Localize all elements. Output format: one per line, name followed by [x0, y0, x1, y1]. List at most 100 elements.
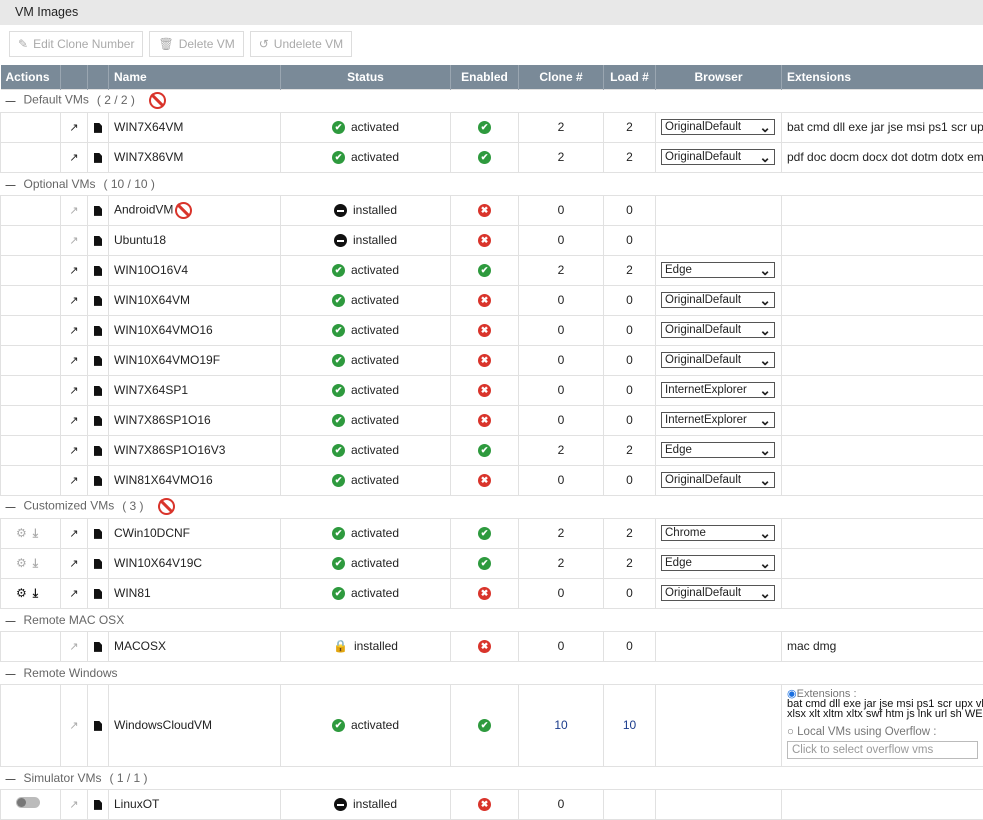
browser-select[interactable]: Edge⌄	[661, 555, 775, 571]
disabled-x-icon[interactable]: ✖	[478, 798, 491, 811]
disabled-icon[interactable]	[149, 92, 166, 109]
vm-name[interactable]: WIN10X64VMO16	[109, 315, 281, 345]
document-icon[interactable]	[94, 589, 102, 599]
disabled-x-icon[interactable]: ✖	[478, 354, 491, 367]
chart-icon[interactable]: ↗	[69, 295, 78, 307]
collapse-icon[interactable]: —	[6, 502, 16, 513]
enabled-cell[interactable]: ✔	[451, 255, 519, 285]
chart-icon[interactable]: ↗	[69, 588, 78, 600]
disabled-x-icon[interactable]: ✖	[478, 294, 491, 307]
group-row[interactable]: —Optional VMs( 10 / 10 )	[1, 172, 983, 195]
enabled-check-icon[interactable]: ✔	[478, 264, 491, 277]
group-header[interactable]: —Default VMs( 2 / 2 )	[1, 89, 983, 112]
table-row[interactable]: ↗Ubuntu18installed✖00	[1, 225, 983, 255]
overflow-radio[interactable]: ○ Local VMs using Overflow :	[787, 726, 978, 738]
browser-select[interactable]: OriginalDefault⌄	[661, 292, 775, 308]
browser-select[interactable]: Edge⌄	[661, 262, 775, 278]
chart-icon[interactable]: ↗	[69, 475, 78, 487]
table-row[interactable]: ↗WIN7X64VM✔activated✔22OriginalDefault⌄b…	[1, 112, 983, 142]
enabled-check-icon[interactable]: ✔	[478, 444, 491, 457]
enabled-cell[interactable]: ✖	[451, 345, 519, 375]
vm-name[interactable]: LinuxOT	[109, 789, 281, 819]
disabled-x-icon[interactable]: ✖	[478, 414, 491, 427]
enabled-cell[interactable]: ✖	[451, 405, 519, 435]
table-row[interactable]: ↗WIN7X86VM✔activated✔22OriginalDefault⌄p…	[1, 142, 983, 172]
collapse-icon[interactable]: —	[6, 180, 16, 191]
table-row[interactable]: ↗WIN10X64VMO19F✔activated✖00OriginalDefa…	[1, 345, 983, 375]
table-row[interactable]: ↗WIN10X64VM✔activated✖00OriginalDefault⌄	[1, 285, 983, 315]
document-icon[interactable]	[94, 416, 102, 426]
chart-icon[interactable]: ↗	[69, 235, 78, 247]
collapse-icon[interactable]: —	[6, 616, 16, 627]
settings-icon[interactable]: ⚙	[16, 556, 27, 570]
enabled-cell[interactable]: ✔	[451, 435, 519, 465]
edit-clone-number-button[interactable]: ✎Edit Clone Number	[9, 31, 143, 57]
toggle-switch[interactable]	[16, 797, 40, 808]
table-row[interactable]: ↗WIN81X64VMO16✔activated✖00OriginalDefau…	[1, 465, 983, 495]
vm-name[interactable]: WIN7X86SP1O16	[109, 405, 281, 435]
group-row[interactable]: —Customized VMs( 3 )	[1, 495, 983, 518]
vm-name[interactable]: WIN7X64VM	[109, 112, 281, 142]
vm-name[interactable]: WIN81X64VMO16	[109, 465, 281, 495]
disabled-x-icon[interactable]: ✖	[478, 587, 491, 600]
group-row[interactable]: —Remote Windows	[1, 661, 983, 684]
enabled-cell[interactable]: ✖	[451, 225, 519, 255]
table-row[interactable]: ↗LinuxOTinstalled✖0	[1, 789, 983, 819]
disabled-x-icon[interactable]: ✖	[478, 384, 491, 397]
enabled-cell[interactable]: ✖	[451, 375, 519, 405]
vm-name[interactable]: WIN10X64VM	[109, 285, 281, 315]
col-extensions[interactable]: Extensions	[782, 65, 983, 89]
document-icon[interactable]	[94, 721, 102, 731]
col-load[interactable]: Load #	[604, 65, 656, 89]
enabled-cell[interactable]: ✔	[451, 142, 519, 172]
chart-icon[interactable]: ↗	[69, 265, 78, 277]
browser-select[interactable]: InternetExplorer⌄	[661, 382, 775, 398]
document-icon[interactable]	[94, 206, 102, 216]
chart-icon[interactable]: ↗	[69, 720, 78, 732]
enabled-check-icon[interactable]: ✔	[478, 121, 491, 134]
document-icon[interactable]	[94, 153, 102, 163]
chart-icon[interactable]: ↗	[69, 355, 78, 367]
enabled-check-icon[interactable]: ✔	[478, 557, 491, 570]
group-header[interactable]: —Customized VMs( 3 )	[1, 495, 983, 518]
col-browser[interactable]: Browser	[656, 65, 782, 89]
table-row[interactable]: ⚙⤓↗WIN81✔activated✖00OriginalDefault⌄	[1, 578, 983, 608]
group-header[interactable]: —Simulator VMs( 1 / 1 )	[1, 766, 983, 789]
chart-icon[interactable]: ↗	[69, 528, 78, 540]
document-icon[interactable]	[94, 123, 102, 133]
browser-select[interactable]: OriginalDefault⌄	[661, 119, 775, 135]
table-row[interactable]: ↗MACOSX🔒installed✖00mac dmg	[1, 631, 983, 661]
radio-unselected-icon[interactable]: ○	[787, 726, 797, 738]
vm-name[interactable]: Ubuntu18	[109, 225, 281, 255]
document-icon[interactable]	[94, 326, 102, 336]
vm-name[interactable]: WIN7X64SP1	[109, 375, 281, 405]
table-row[interactable]: ⚙⤓↗CWin10DCNF✔activated✔22Chrome⌄	[1, 518, 983, 548]
col-actions[interactable]: Actions	[1, 65, 61, 89]
enabled-cell[interactable]: ✖	[451, 631, 519, 661]
chart-icon[interactable]: ↗	[69, 325, 78, 337]
table-row[interactable]: ↗WIN7X64SP1✔activated✖00InternetExplorer…	[1, 375, 983, 405]
enabled-cell[interactable]: ✔	[451, 548, 519, 578]
download-icon[interactable]: ⤓	[33, 556, 38, 570]
disabled-x-icon[interactable]: ✖	[478, 234, 491, 247]
chart-icon[interactable]: ↗	[69, 122, 78, 134]
enabled-cell[interactable]: ✔	[451, 112, 519, 142]
chart-icon[interactable]: ↗	[69, 385, 78, 397]
col-status[interactable]: Status	[281, 65, 451, 89]
settings-icon[interactable]: ⚙	[16, 526, 27, 540]
col-name[interactable]: Name	[109, 65, 281, 89]
browser-select[interactable]: OriginalDefault⌄	[661, 585, 775, 601]
download-icon[interactable]: ⤓	[33, 586, 38, 600]
vm-name[interactable]: WIN7X86VM	[109, 142, 281, 172]
enabled-cell[interactable]: ✖	[451, 195, 519, 225]
document-icon[interactable]	[94, 296, 102, 306]
disabled-x-icon[interactable]: ✖	[478, 324, 491, 337]
enabled-cell[interactable]: ✔	[451, 518, 519, 548]
enabled-check-icon[interactable]: ✔	[478, 527, 491, 540]
disabled-icon[interactable]	[158, 498, 175, 515]
vm-name[interactable]: MACOSX	[109, 631, 281, 661]
collapse-icon[interactable]: —	[6, 669, 16, 680]
col-clone[interactable]: Clone #	[519, 65, 604, 89]
vm-name[interactable]: WIN10X64VMO19F	[109, 345, 281, 375]
vm-name[interactable]: WindowsCloudVM	[109, 684, 281, 766]
